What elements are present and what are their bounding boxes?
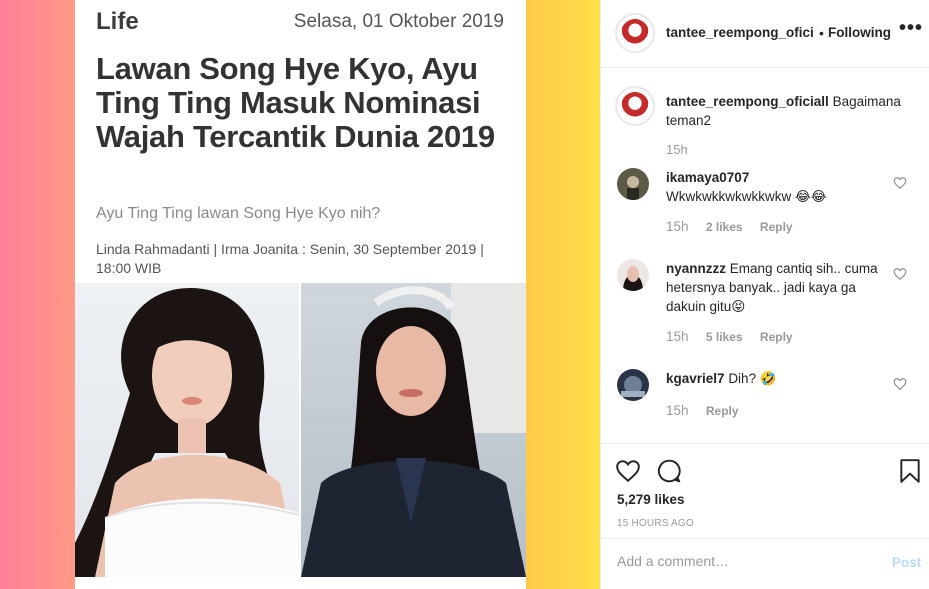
comment-meta: 15h 5 likes Reply (666, 329, 807, 344)
add-comment-input[interactable] (617, 553, 867, 569)
reply-button[interactable]: Reply (760, 330, 793, 344)
news-article-screenshot: Life Selasa, 01 Oktober 2019 Lawan Song … (75, 0, 526, 589)
caption-avatar[interactable] (615, 86, 655, 126)
post-side-panel: tantee_reempong_ofici • Following ••• ta… (600, 0, 929, 589)
post-comment-button[interactable]: Post (892, 555, 921, 570)
photo-woman-dark-blazer (301, 283, 526, 577)
like-comment-heart-icon[interactable] (893, 267, 907, 281)
following-button[interactable]: Following (828, 25, 891, 40)
comment-time: 15h (666, 403, 689, 418)
separator-dot: • (819, 25, 824, 41)
commenter-avatar[interactable] (617, 259, 649, 291)
comment-time: 15h (666, 329, 689, 344)
comment-username[interactable]: kgavriel7 (666, 371, 725, 386)
caption-time: 15h (666, 142, 688, 157)
article-headline: Lawan Song Hye Kyo, Ayu Ting Ting Masuk … (96, 51, 495, 154)
comment-time: 15h (666, 219, 689, 234)
comment-text-block: kgavriel7 Dih? 🤣 (666, 369, 888, 388)
article-byline: Linda Rahmadanti | Irma Joanita : Senin,… (96, 241, 484, 276)
comment-meta: 15h Reply (666, 403, 753, 418)
comment-username[interactable]: nyannzzz (666, 261, 726, 276)
caption-text-block: tantee_reempong_oficiall Bagaimana teman… (666, 92, 916, 130)
post-timestamp: 15 HOURS AGO (617, 518, 694, 529)
comment-text-block: ikamaya0707 Wkwkwkkwkwkkwkw 😂😂 (666, 168, 888, 206)
comment-likes[interactable]: 2 likes (706, 220, 743, 234)
reply-button[interactable]: Reply (760, 220, 793, 234)
commenter-avatar[interactable] (617, 168, 649, 200)
reply-button[interactable]: Reply (706, 404, 739, 418)
like-comment-heart-icon[interactable] (893, 377, 907, 391)
more-options-icon[interactable]: ••• (899, 17, 923, 40)
article-subheadline: Ayu Ting Ting lawan Song Hye Kyo nih? (96, 205, 381, 222)
post-header: tantee_reempong_ofici • Following ••• (601, 0, 929, 68)
comment-text-block: nyannzzz Emang cantiq sih.. cuma hetersn… (666, 259, 888, 316)
comment-bubble-icon[interactable] (656, 458, 682, 484)
caption-username[interactable]: tantee_reempong_oficiall (666, 94, 829, 109)
like-comment-heart-icon[interactable] (893, 176, 907, 190)
account-avatar[interactable] (615, 13, 655, 53)
comment-likes[interactable]: 5 likes (706, 330, 743, 344)
save-bookmark-icon[interactable] (897, 458, 923, 484)
like-heart-icon[interactable] (615, 458, 641, 484)
article-date: Selasa, 01 Oktober 2019 (293, 11, 504, 32)
article-category: Life (96, 8, 139, 35)
add-comment-bar: Post (601, 538, 929, 589)
photo-woman-white-dress (75, 283, 299, 577)
action-bar: 5,279 likes 15 HOURS AGO (601, 443, 929, 538)
commenter-avatar[interactable] (617, 369, 649, 401)
comment-text: Dih? 🤣 (728, 371, 777, 386)
likes-count[interactable]: 5,279 likes (617, 492, 685, 507)
comment-meta: 15h 2 likes Reply (666, 219, 807, 234)
header-username[interactable]: tantee_reempong_ofici (666, 25, 814, 40)
post-image[interactable]: Life Selasa, 01 Oktober 2019 Lawan Song … (0, 0, 600, 589)
comment-text: Wkwkwkkwkwkkwkw 😂😂 (666, 189, 827, 204)
comment-username[interactable]: ikamaya0707 (666, 170, 749, 185)
